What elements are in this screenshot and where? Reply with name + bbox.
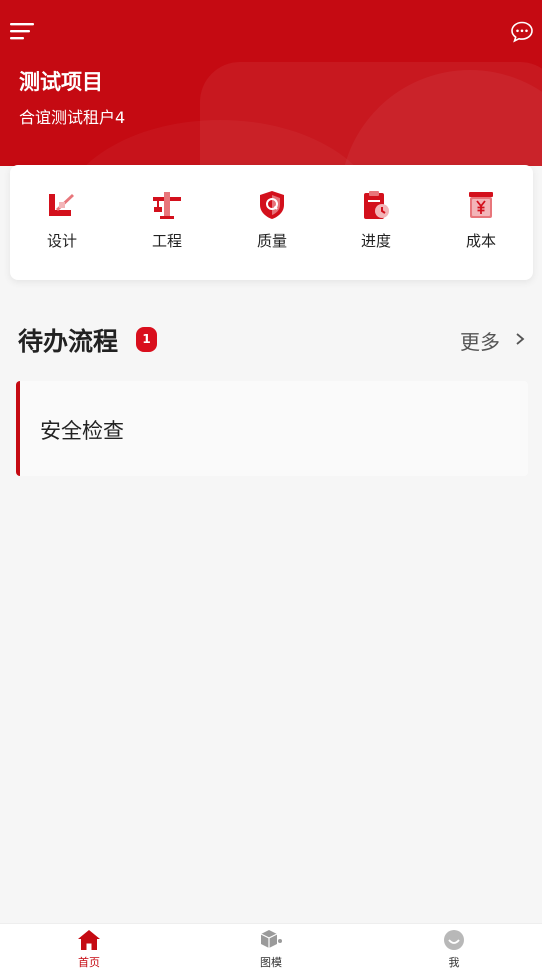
todo-count-badge: 1 (136, 327, 157, 352)
tab-model[interactable]: 图模 (226, 929, 316, 970)
todo-section-title: 待办流程 (18, 327, 119, 356)
tab-label: 我 (448, 956, 460, 969)
module-design[interactable]: 设计 (22, 189, 102, 251)
home-icon (78, 930, 100, 950)
module-cost[interactable]: 成本 (441, 189, 521, 251)
module-label: 设计 (46, 232, 77, 250)
tab-label: 图模 (260, 956, 282, 969)
tab-home[interactable]: 首页 (44, 929, 134, 970)
todo-item-label: 安全检查 (40, 419, 124, 443)
tenant-name: 合谊测试租户4 (19, 108, 126, 127)
tab-label: 首页 (78, 956, 100, 969)
message-icon[interactable] (510, 20, 534, 44)
module-label: 成本 (465, 232, 496, 250)
module-label: 工程 (151, 232, 182, 250)
menu-icon[interactable] (10, 21, 34, 41)
quality-shield-icon (260, 191, 284, 219)
engineering-crane-icon (153, 192, 181, 219)
design-icon (49, 194, 74, 216)
todo-item[interactable]: 安全检查 (16, 381, 528, 476)
tab-profile[interactable]: 我 (409, 929, 499, 970)
module-label: 进度 (360, 232, 391, 250)
profile-icon (444, 930, 464, 950)
module-card: 设计 工程 质量 进度 成本 (10, 165, 533, 280)
header-banner: 测试项目 合谊测试租户4 (0, 0, 542, 166)
module-quality[interactable]: 质量 (232, 189, 312, 251)
module-progress[interactable]: 进度 (336, 189, 416, 251)
cost-yen-icon (469, 192, 493, 218)
more-link[interactable]: 更多 (460, 326, 500, 355)
module-label: 质量 (256, 232, 287, 250)
bottom-tab-bar: 首页 图模 我 (0, 923, 542, 970)
module-engineering[interactable]: 工程 (127, 189, 207, 251)
chevron-right-icon[interactable] (514, 331, 526, 347)
cube-model-icon (260, 930, 282, 948)
project-title[interactable]: 测试项目 (19, 66, 103, 96)
progress-clipboard-icon (364, 191, 389, 219)
